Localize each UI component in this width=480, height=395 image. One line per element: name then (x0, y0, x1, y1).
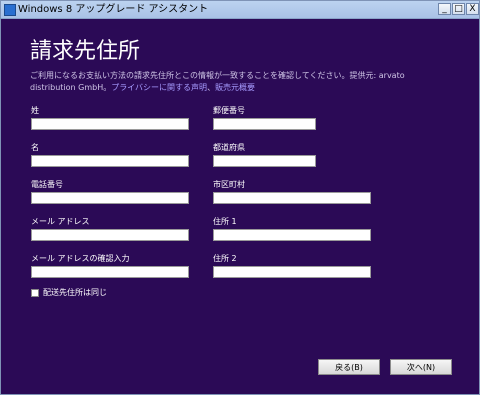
email-field[interactable] (31, 229, 189, 241)
minimize-button[interactable]: _ (438, 3, 451, 15)
prefecture-field[interactable] (213, 155, 316, 167)
upgrade-assistant-window: Windows 8 アップグレード アシスタント _ □ X 請求先住所 ご利用… (0, 0, 480, 395)
address2-label: 住所 2 (213, 254, 237, 263)
address2-field[interactable] (213, 266, 371, 278)
address1-label: 住所 1 (213, 217, 237, 226)
main-content: 請求先住所 ご利用になるお支払い方法の請求先住所とこの情報が一致することを確認し… (2, 19, 478, 393)
back-button[interactable]: 戻る(B) (318, 359, 380, 375)
prefecture-label: 都道府県 (213, 143, 245, 152)
description: ご利用になるお支払い方法の請求先住所とこの情報が一致することを確認してください。… (30, 70, 450, 94)
phone-field[interactable] (31, 192, 189, 204)
phone-label: 電話番号 (31, 180, 63, 189)
address1-field[interactable] (213, 229, 371, 241)
city-field[interactable] (213, 192, 371, 204)
shipping-same-label: 配送先住所は同じ (43, 288, 107, 297)
close-button[interactable]: X (466, 3, 479, 15)
link-separator: 、 (207, 83, 216, 92)
last-name-label: 姓 (31, 106, 39, 115)
title-bar[interactable]: Windows 8 アップグレード アシスタント _ □ X (1, 1, 479, 19)
page-title: 請求先住所 (30, 39, 141, 64)
sales-info-link[interactable]: 販売元概要 (215, 83, 255, 92)
first-name-label: 名 (31, 143, 39, 152)
app-icon (4, 4, 16, 16)
postal-code-label: 郵便番号 (213, 106, 245, 115)
privacy-link[interactable]: プライバシーに関する声明 (111, 83, 207, 92)
city-label: 市区町村 (213, 180, 245, 189)
email-label: メール アドレス (31, 217, 90, 226)
shipping-same-checkbox[interactable] (31, 289, 39, 297)
email-confirm-label: メール アドレスの確認入力 (31, 254, 130, 263)
first-name-field[interactable] (31, 155, 189, 167)
next-button[interactable]: 次へ(N) (390, 359, 452, 375)
email-confirm-field[interactable] (31, 266, 189, 278)
maximize-button[interactable]: □ (452, 3, 465, 15)
postal-code-field[interactable] (213, 118, 316, 130)
window-title: Windows 8 アップグレード アシスタント (18, 4, 209, 15)
last-name-field[interactable] (31, 118, 189, 130)
